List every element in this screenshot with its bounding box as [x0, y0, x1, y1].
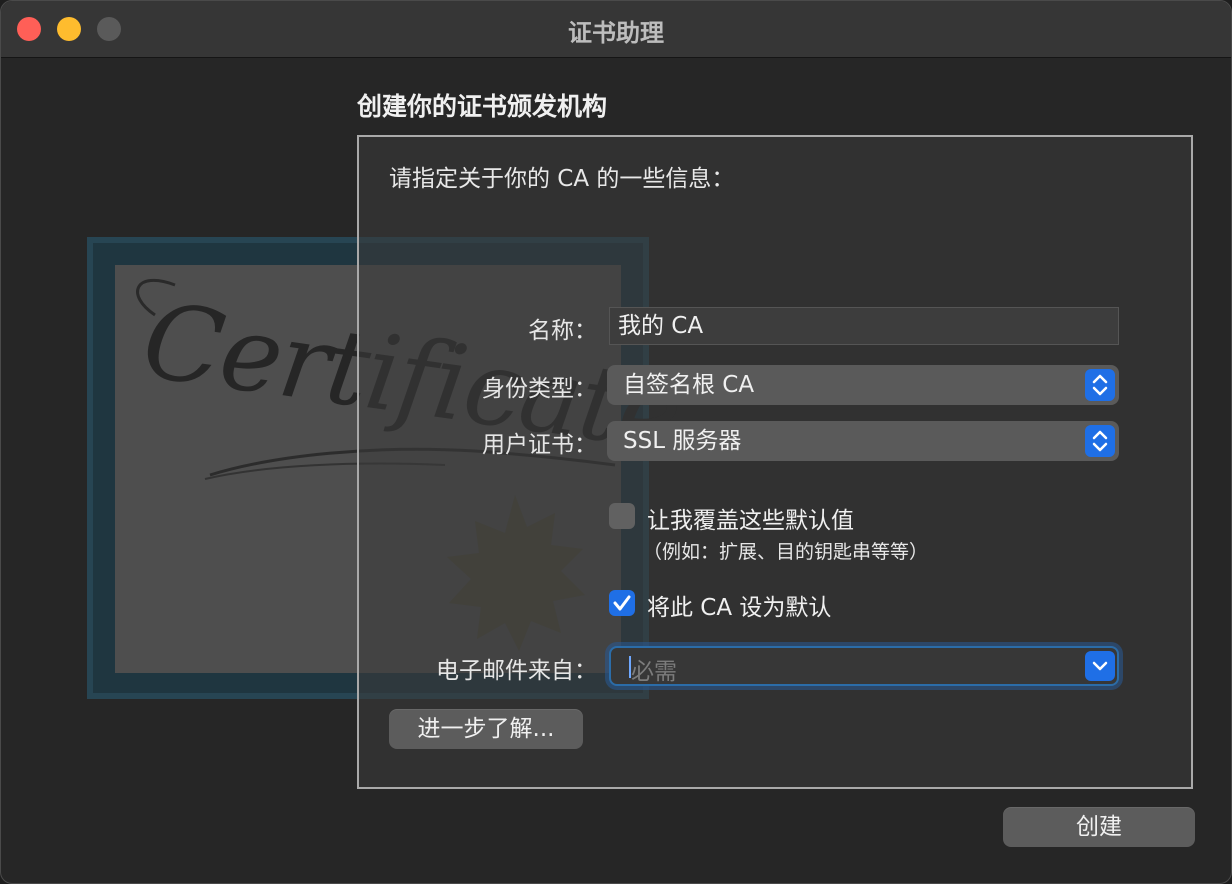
intro-text: 请指定关于你的 CA 的一些信息：: [389, 166, 735, 192]
certificate-assistant-window: 证书助理 创建你的证书颁发机构 Certificate 请指定关于你的 CA 的…: [0, 0, 1232, 884]
checkmark-icon: [613, 595, 631, 611]
email-from-placeholder: 必需: [631, 659, 677, 685]
identity-type-stepper[interactable]: [1085, 369, 1115, 401]
title-bar: 证书助理: [1, 1, 1231, 58]
override-defaults-checkbox[interactable]: [609, 503, 635, 529]
identity-type-label: 身份类型：: [482, 376, 597, 402]
content-panel: [357, 135, 1193, 789]
identity-type-popup[interactable]: 自签名根 CA: [607, 365, 1119, 405]
create-button[interactable]: 创建: [1003, 807, 1195, 847]
override-defaults-hint: （例如：扩展、目的钥匙串等等）: [643, 541, 929, 563]
override-defaults-label: 让我覆盖这些默认值: [647, 508, 854, 534]
email-from-dropdown-button[interactable]: [1085, 651, 1115, 681]
window-title: 证书助理: [568, 19, 664, 47]
name-field[interactable]: 我的 CA: [609, 307, 1119, 345]
user-cert-value: SSL 服务器: [623, 428, 742, 454]
identity-type-value: 自签名根 CA: [623, 372, 755, 398]
email-from-combobox[interactable]: 必需: [609, 646, 1119, 686]
make-default-checkbox[interactable]: [609, 590, 635, 616]
up-down-chevron-icon: [1092, 374, 1108, 396]
email-from-label: 电子邮件来自：: [436, 658, 597, 684]
learn-more-button[interactable]: 进一步了解...: [389, 709, 583, 749]
user-cert-popup[interactable]: SSL 服务器: [607, 421, 1119, 461]
user-cert-stepper[interactable]: [1085, 425, 1115, 457]
name-label: 名称：: [528, 318, 597, 344]
user-cert-label: 用户证书：: [482, 432, 597, 458]
up-down-chevron-icon: [1092, 430, 1108, 452]
chevron-down-icon: [1092, 661, 1108, 671]
page-heading: 创建你的证书颁发机构: [357, 92, 608, 121]
make-default-label: 将此 CA 设为默认: [647, 595, 832, 621]
